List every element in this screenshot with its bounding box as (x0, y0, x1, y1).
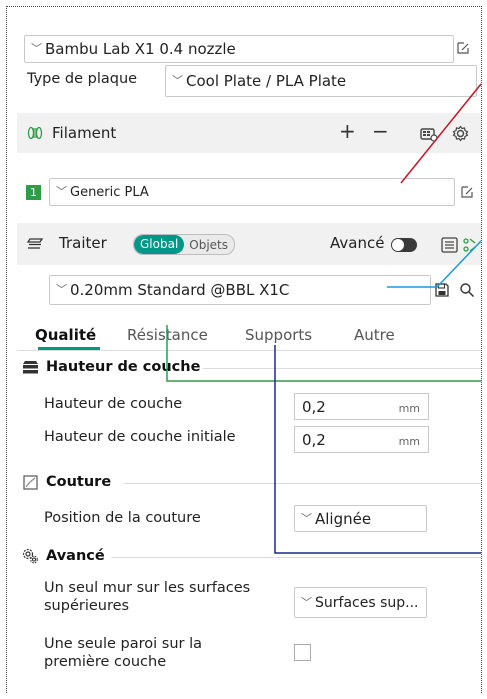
annotation-navy-line (274, 345, 481, 554)
annotation-green-line (166, 325, 481, 382)
annotation-red-line (400, 83, 481, 184)
settings-panel: ﹀ Bambu Lab X1 0.4 nozzle Type de plaque… (6, 6, 482, 693)
annotation-overlay (166, 83, 481, 554)
annotation-blue-line (387, 240, 481, 288)
